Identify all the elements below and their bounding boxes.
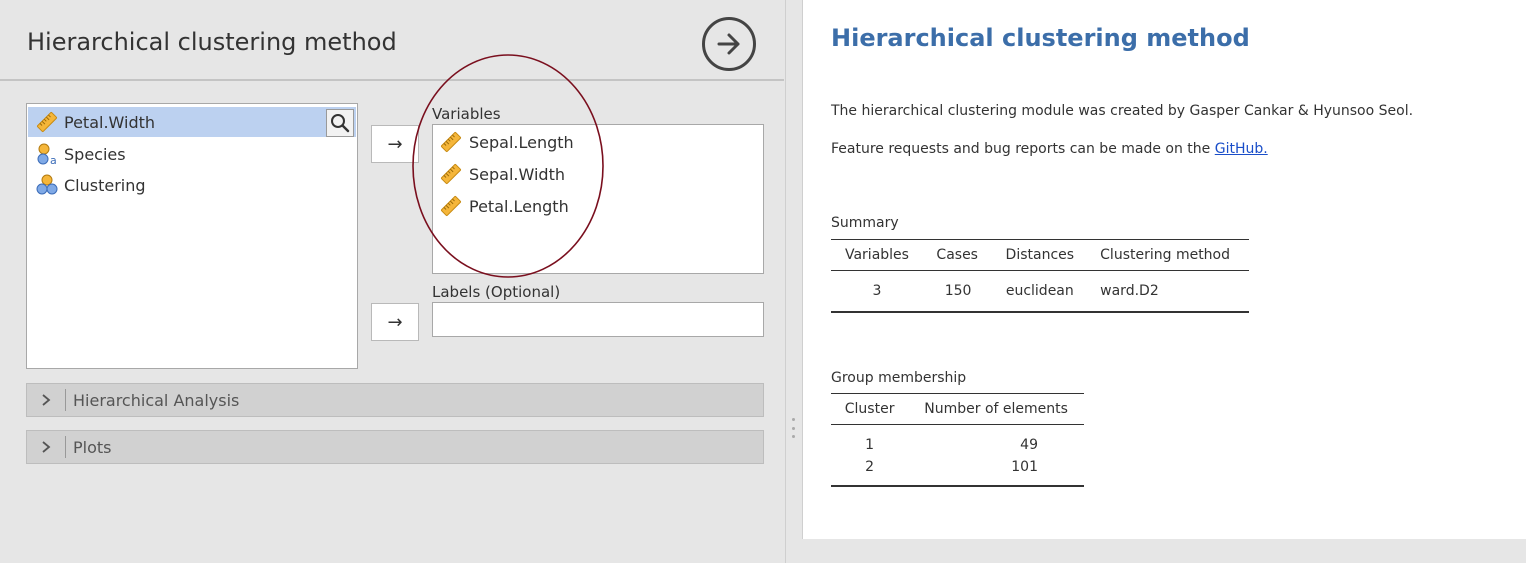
group-membership-caption: Group membership — [831, 370, 967, 386]
chevron-right-icon — [27, 440, 65, 454]
results-title: Hierarchical clustering method — [831, 24, 1250, 52]
github-link[interactable]: GitHub. — [1215, 141, 1268, 157]
summary-caption: Summary — [831, 215, 899, 231]
labels-target-box[interactable] — [432, 302, 764, 337]
arrow-right-icon: → — [387, 133, 403, 155]
table-header: Number of elements — [908, 393, 1084, 425]
available-variables-list[interactable]: Petal.Width a Species Clustering — [26, 103, 358, 369]
table-cell: 3 — [831, 270, 923, 313]
list-item-clustering[interactable]: Clustering — [28, 170, 356, 200]
table-header: Clustering method — [1088, 239, 1249, 271]
table-header: Cases — [922, 239, 992, 271]
table-cell: euclidean — [991, 270, 1089, 313]
table-cell: 2 — [831, 456, 909, 487]
chevron-right-icon — [27, 393, 65, 407]
section-separator — [65, 389, 66, 411]
options-panel: Hierarchical clustering method Petal.Wid… — [0, 0, 786, 563]
search-icon — [331, 114, 350, 133]
annotation-circle — [412, 54, 604, 278]
title-divider — [0, 79, 784, 81]
nominal-icon — [35, 173, 59, 197]
table-cell: 150 — [922, 270, 992, 313]
table-row: 3 150 euclidean ward.D2 — [831, 270, 1249, 313]
table-cell: 49 — [1020, 437, 1038, 453]
table-header: Distances — [991, 239, 1089, 271]
app-window: Hierarchical clustering method Petal.Wid… — [0, 0, 1526, 563]
labels-label: Labels (Optional) — [432, 283, 561, 301]
section-label: Plots — [73, 437, 112, 457]
feature-request-text: Feature requests and bug reports can be … — [831, 141, 1268, 157]
panel-splitter-handle[interactable] — [790, 418, 796, 438]
variable-name: Clustering — [64, 175, 146, 195]
table-header: Variables — [831, 239, 923, 271]
analysis-title: Hierarchical clustering method — [27, 28, 397, 56]
table-row: 2 101 — [831, 456, 1084, 487]
table-cell: ward.D2 — [1088, 270, 1249, 313]
run-analysis-button[interactable] — [702, 17, 756, 71]
search-button[interactable] — [326, 109, 354, 137]
variable-name: Petal.Width — [64, 112, 156, 132]
arrow-right-circle-icon — [717, 33, 740, 55]
variable-name: Species — [64, 144, 126, 164]
section-label: Hierarchical Analysis — [73, 390, 240, 410]
arrow-right-icon: → — [387, 311, 403, 333]
section-hierarchical-analysis[interactable]: Hierarchical Analysis — [26, 383, 764, 417]
table-row: 1 49 — [831, 425, 1084, 457]
table-header: Cluster — [831, 393, 909, 425]
list-item-species[interactable]: a Species — [28, 139, 356, 169]
module-credit-text: The hierarchical clustering module was c… — [831, 103, 1414, 119]
svg-text:a: a — [50, 154, 57, 166]
summary-table: Variables Cases Distances Clustering met… — [831, 239, 1249, 313]
section-plots[interactable]: Plots — [26, 430, 764, 464]
section-separator — [65, 436, 66, 458]
feature-request-prefix: Feature requests and bug reports can be … — [831, 141, 1215, 157]
nominal-text-icon: a — [35, 142, 59, 166]
results-panel: Hierarchical clustering method The hiera… — [802, 0, 1526, 539]
table-cell: 101 — [908, 456, 1084, 487]
scale-ruler-icon — [35, 110, 59, 134]
table-cell: 1 — [865, 437, 875, 453]
move-to-labels-button[interactable]: → — [371, 303, 419, 341]
group-membership-table: Cluster Number of elements 1 49 2 101 — [831, 393, 1084, 487]
list-item-petal-width[interactable]: Petal.Width — [28, 107, 356, 137]
